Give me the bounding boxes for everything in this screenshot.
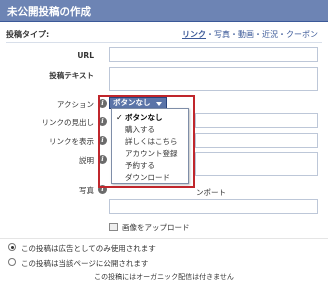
url-input[interactable] bbox=[109, 47, 318, 62]
info-icon[interactable]: i bbox=[98, 185, 107, 194]
description-label: 説明 bbox=[79, 156, 94, 165]
post-type-coupon[interactable]: クーポン bbox=[286, 30, 318, 39]
menu-item-label: 詳しくはこちら bbox=[125, 137, 178, 146]
check-icon: ✓ bbox=[116, 113, 123, 122]
caret-down-icon bbox=[156, 102, 162, 106]
post-type-separator: ・ bbox=[278, 30, 286, 39]
post-type-video[interactable]: 動画 bbox=[238, 30, 254, 39]
post-type-label: 投稿タイプ: bbox=[6, 30, 50, 39]
post-type-links: リンク・写真・動画・近況・クーポン bbox=[182, 29, 318, 40]
link-display-label: リンクを表示 bbox=[49, 137, 94, 146]
menu-item-label: 予約する bbox=[125, 161, 155, 170]
photo-input[interactable] bbox=[109, 199, 318, 214]
link-headline-label: リンクの見出し bbox=[41, 118, 95, 127]
dialog-title: 未公開投稿の作成 bbox=[7, 6, 91, 18]
menu-item-download[interactable]: ダウンロード bbox=[112, 172, 188, 184]
menu-item-label: ボタンなし bbox=[125, 113, 163, 122]
action-label: アクション bbox=[56, 100, 94, 109]
dialog-title-bar: 未公開投稿の作成 bbox=[0, 0, 328, 22]
photo-import-text[interactable]: ンポート bbox=[196, 187, 226, 198]
ad-only-label: この投稿は広告としてのみ使用されます bbox=[21, 244, 156, 253]
publish-page-radio[interactable] bbox=[8, 258, 16, 266]
post-type-photo[interactable]: 写真 bbox=[214, 30, 230, 39]
photo-label: 写真 bbox=[79, 186, 94, 195]
link-headline-input[interactable] bbox=[195, 113, 318, 128]
description-textarea[interactable] bbox=[195, 152, 318, 176]
link-display-input[interactable] bbox=[195, 133, 318, 148]
bottom-divider bbox=[0, 238, 328, 239]
post-type-separator: ・ bbox=[254, 30, 262, 39]
post-type-link[interactable]: リンク bbox=[182, 30, 206, 39]
info-icon[interactable]: i bbox=[98, 117, 107, 126]
menu-item-book[interactable]: 予約する bbox=[112, 160, 188, 172]
info-icon[interactable]: i bbox=[98, 136, 107, 145]
action-selected-label: ボタンなし bbox=[113, 98, 151, 107]
menu-item-buy[interactable]: 購入する bbox=[112, 124, 188, 136]
menu-item-label: アカウント登録 bbox=[125, 149, 178, 158]
organic-note: この投稿にはオーガニック配信は付きません bbox=[94, 273, 234, 281]
image-icon bbox=[109, 223, 118, 231]
header-divider bbox=[6, 42, 322, 43]
post-type-separator: ・ bbox=[206, 30, 214, 39]
url-label: URL bbox=[77, 51, 94, 60]
menu-item-label: 購入する bbox=[125, 125, 155, 134]
post-type-row: 投稿タイプ: リンク・写真・動画・近況・クーポン bbox=[6, 27, 322, 43]
action-dropdown-menu: ✓ ボタンなし 購入する 詳しくはこちら アカウント登録 予約する ダウンロード bbox=[111, 108, 189, 184]
upload-image-label: 画像をアップロード bbox=[122, 223, 190, 232]
post-type-status[interactable]: 近況 bbox=[262, 30, 278, 39]
publish-page-label: この投稿は当該ページに公開されます bbox=[21, 259, 149, 268]
info-icon[interactable]: i bbox=[98, 99, 107, 108]
menu-item-label: ダウンロード bbox=[125, 173, 170, 182]
post-text-label: 投稿テキスト bbox=[49, 71, 94, 80]
ad-only-radio[interactable] bbox=[8, 243, 16, 251]
post-type-separator: ・ bbox=[230, 30, 238, 39]
post-text-textarea[interactable] bbox=[109, 67, 318, 91]
menu-item-no-button[interactable]: ✓ ボタンなし bbox=[112, 112, 188, 124]
info-icon[interactable]: i bbox=[98, 155, 107, 164]
menu-item-learn-more[interactable]: 詳しくはこちら bbox=[112, 136, 188, 148]
menu-item-sign-up[interactable]: アカウント登録 bbox=[112, 148, 188, 160]
